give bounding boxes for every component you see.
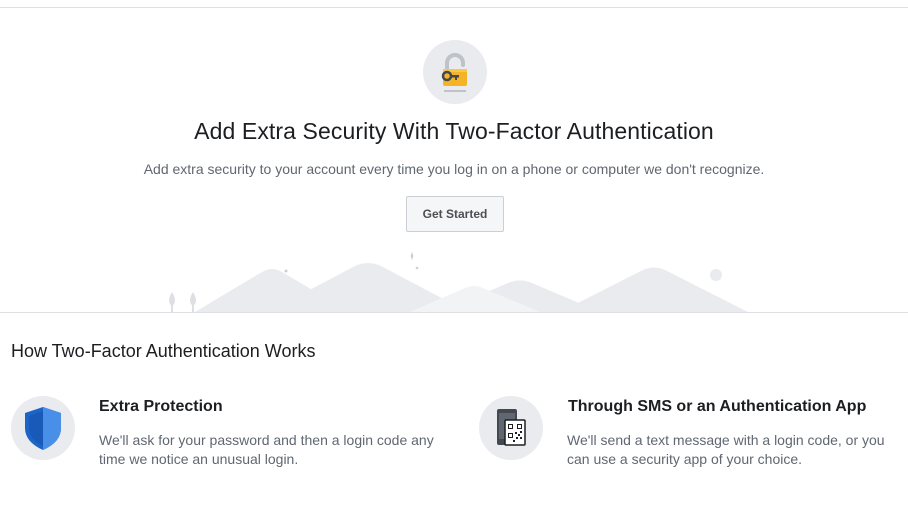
phone-qr-icon	[497, 409, 526, 446]
mountains-illustration	[169, 252, 748, 312]
shield-icon	[25, 407, 61, 450]
two-factor-page: Add Extra Security With Two-Factor Authe…	[0, 0, 908, 506]
hero-section: Add Extra Security With Two-Factor Authe…	[0, 8, 908, 313]
page-title: Add Extra Security With Two-Factor Authe…	[194, 118, 714, 144]
lock-key-icon	[441, 53, 467, 92]
how-it-works-title: How Two-Factor Authentication Works	[11, 341, 316, 361]
feature-desc-extra-protection: We'll ask for your password and then a l…	[99, 432, 434, 467]
feature-desc-sms-app: We'll send a text message with a login c…	[567, 432, 885, 467]
shield-icon-circle	[11, 396, 75, 460]
phone-icon-circle	[479, 396, 543, 460]
page-subtitle: Add extra security to your account every…	[143, 161, 765, 177]
feature-title-extra-protection: Extra Protection	[99, 398, 223, 415]
get-started-button[interactable]: Get Started	[406, 196, 504, 232]
lock-icon-circle	[423, 40, 487, 104]
feature-title-sms-app: Through SMS or an Authentication App	[568, 398, 867, 415]
